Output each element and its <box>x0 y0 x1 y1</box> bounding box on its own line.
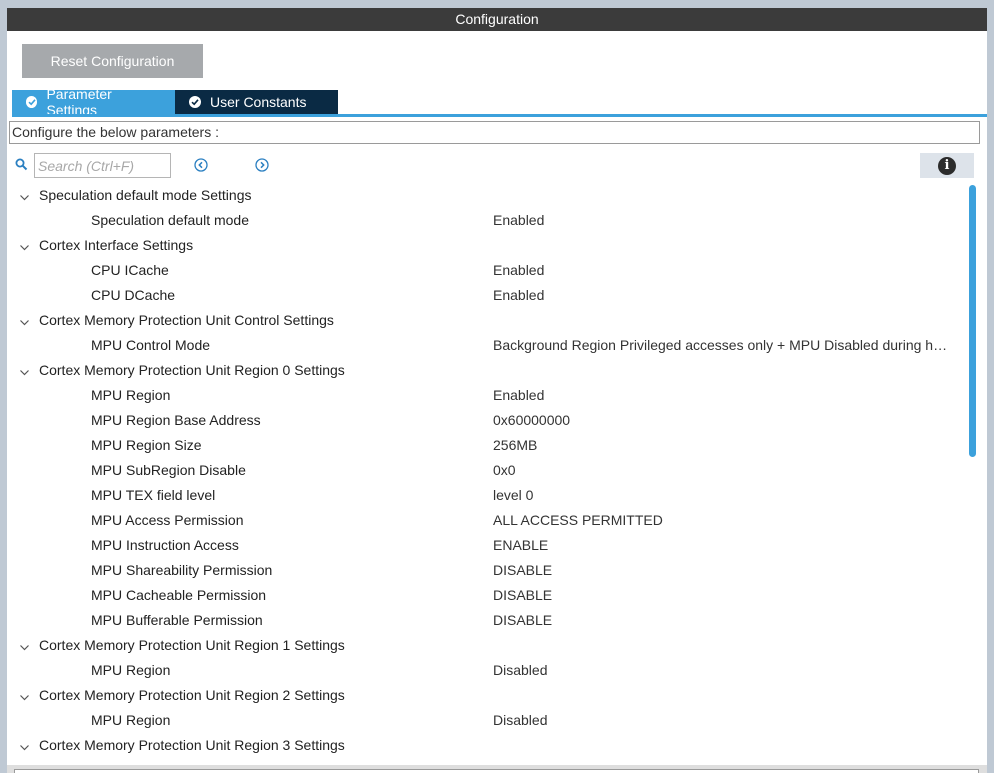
tree-group[interactable]: Speculation default mode Settings <box>7 183 967 208</box>
parameter-value[interactable]: Enabled <box>493 387 953 403</box>
bottom-panel-edge <box>7 765 987 773</box>
parameter-value[interactable]: Background Region Privileged accesses on… <box>493 337 953 353</box>
parameter-name: MPU Region <box>91 662 171 678</box>
search-icon[interactable] <box>15 158 28 176</box>
tree-group[interactable]: Cortex Memory Protection Unit Region 3 S… <box>7 733 967 758</box>
parameter-row[interactable]: MPU Region Disabled <box>7 708 967 733</box>
bottom-panel-frame <box>14 769 979 773</box>
parameters-description: Configure the below parameters : <box>9 121 980 144</box>
tab-user-constants[interactable]: User Constants <box>175 90 338 114</box>
tab-underline <box>12 114 987 117</box>
search-input[interactable] <box>34 153 171 178</box>
group-label: Speculation default mode Settings <box>39 187 252 203</box>
parameter-value[interactable]: level 0 <box>493 487 953 503</box>
tree-group[interactable]: Cortex Memory Protection Unit Region 1 S… <box>7 633 967 658</box>
chevron-down-icon[interactable] <box>19 315 30 331</box>
parameter-name: MPU Region Size <box>91 437 202 453</box>
chevron-down-icon[interactable] <box>19 640 30 656</box>
tree-group[interactable]: Cortex Memory Protection Unit Region 2 S… <box>7 683 967 708</box>
parameter-name: MPU Cacheable Permission <box>91 587 267 603</box>
parameter-name: MPU Region <box>91 387 171 403</box>
info-button[interactable]: i <box>920 153 974 178</box>
parameter-name: CPU ICache <box>91 262 169 278</box>
parameter-row[interactable]: MPU Access Permission ALL ACCESS PERMITTE… <box>7 508 967 533</box>
tab-parameter-settings[interactable]: Parameter Settings <box>12 86 175 118</box>
tree-group[interactable]: Cortex Interface Settings <box>7 233 967 258</box>
parameter-row[interactable]: MPU Instruction Access ENABLE <box>7 533 967 558</box>
parameter-row[interactable]: CPU DCache Enabled <box>7 283 967 308</box>
info-icon: i <box>938 156 956 175</box>
parameter-value[interactable]: Enabled <box>493 262 953 278</box>
parameter-name: Speculation default mode <box>91 212 249 228</box>
group-label: Cortex Memory Protection Unit Region 2 S… <box>39 687 345 703</box>
parameter-value[interactable]: Disabled <box>493 662 953 678</box>
parameter-row[interactable]: MPU Region Size 256MB <box>7 433 967 458</box>
check-circle-icon <box>26 96 38 108</box>
parameter-value[interactable]: ENABLE <box>493 537 953 553</box>
configuration-panel: Configuration Reset Configuration Parame… <box>7 8 987 773</box>
group-label: Cortex Interface Settings <box>39 237 194 253</box>
chevron-down-icon[interactable] <box>19 365 30 381</box>
reset-configuration-button[interactable]: Reset Configuration <box>22 44 203 78</box>
parameter-row[interactable]: MPU TEX field level level 0 <box>7 483 967 508</box>
parameter-name: MPU Control Mode <box>91 337 211 353</box>
parameter-value[interactable]: 0x0 <box>493 462 953 478</box>
tree-group[interactable]: Cortex Memory Protection Unit Control Se… <box>7 308 967 333</box>
parameter-value[interactable]: ALL ACCESS PERMITTED <box>493 512 953 528</box>
parameter-value[interactable]: DISABLE <box>493 612 953 628</box>
parameter-name: MPU Region Base Address <box>91 412 261 428</box>
parameter-row[interactable]: CPU ICache Enabled <box>7 258 967 283</box>
parameter-row[interactable]: MPU SubRegion Disable 0x0 <box>7 458 967 483</box>
parameter-row[interactable]: Speculation default mode Enabled <box>7 208 967 233</box>
chevron-down-icon[interactable] <box>19 690 30 706</box>
tab-label: User Constants <box>210 94 307 110</box>
parameter-value[interactable]: Enabled <box>493 287 953 303</box>
parameter-value[interactable]: Enabled <box>493 212 953 228</box>
chevron-down-icon[interactable] <box>19 190 30 206</box>
parameter-tree: Speculation default mode Settings Specula… <box>7 183 967 758</box>
parameter-row[interactable]: MPU Cacheable Permission DISABLE <box>7 583 967 608</box>
check-circle-icon <box>189 96 201 108</box>
vertical-scrollbar[interactable] <box>967 183 982 765</box>
parameter-row[interactable]: MPU Control Mode Background Region Privil… <box>7 333 967 358</box>
chevron-down-icon[interactable] <box>19 740 30 756</box>
parameter-name: MPU Region <box>91 712 171 728</box>
parameter-row[interactable]: MPU Region Enabled <box>7 383 967 408</box>
group-label: Cortex Memory Protection Unit Control Se… <box>39 312 334 328</box>
tree-group[interactable]: Cortex Memory Protection Unit Region 0 S… <box>7 358 967 383</box>
parameter-value[interactable]: 0x60000000 <box>493 412 953 428</box>
parameter-row[interactable]: MPU Bufferable Permission DISABLE <box>7 608 967 633</box>
panel-title: Configuration <box>7 8 987 31</box>
group-label: Cortex Memory Protection Unit Region 1 S… <box>39 637 345 653</box>
parameter-row[interactable]: MPU Region Disabled <box>7 658 967 683</box>
parameter-name: CPU DCache <box>91 287 176 303</box>
group-label: Cortex Memory Protection Unit Region 3 S… <box>39 737 345 753</box>
parameter-value[interactable]: Disabled <box>493 712 953 728</box>
parameter-name: MPU Bufferable Permission <box>91 612 263 628</box>
parameter-name: MPU Instruction Access <box>91 537 239 553</box>
parameter-name: MPU SubRegion Disable <box>91 462 246 478</box>
parameter-name: MPU TEX field level <box>91 487 216 503</box>
scrollbar-thumb[interactable] <box>969 185 976 457</box>
parameter-name: MPU Shareability Permission <box>91 562 273 578</box>
parameter-row[interactable]: MPU Region Base Address 0x60000000 <box>7 408 967 433</box>
tab-bar: Parameter Settings User Constants <box>12 86 338 118</box>
parameter-row[interactable]: MPU Shareability Permission DISABLE <box>7 558 967 583</box>
parameter-value[interactable]: 256MB <box>493 437 953 453</box>
chevron-right-circle-icon[interactable] <box>255 158 269 172</box>
chevron-down-icon[interactable] <box>19 240 30 256</box>
parameter-value[interactable]: DISABLE <box>493 587 953 603</box>
parameter-name: MPU Access Permission <box>91 512 244 528</box>
chevron-left-circle-icon[interactable] <box>194 158 208 172</box>
parameter-value[interactable]: DISABLE <box>493 562 953 578</box>
search-row: i <box>7 152 987 180</box>
group-label: Cortex Memory Protection Unit Region 0 S… <box>39 362 345 378</box>
